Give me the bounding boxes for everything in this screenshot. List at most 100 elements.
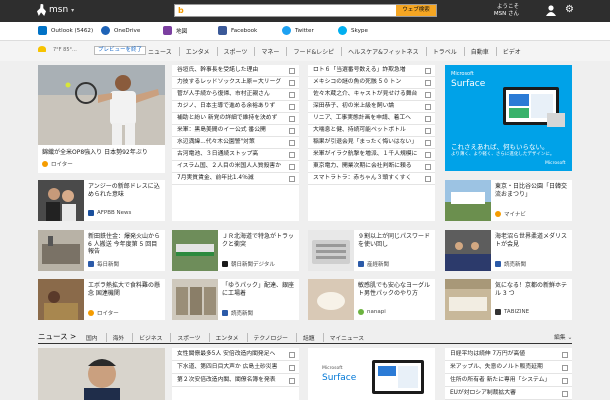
- headline-row[interactable]: 住所の所有者 新たに専用「システム」: [445, 375, 572, 387]
- msn-logo[interactable]: msn ▾: [37, 4, 74, 16]
- headline-row[interactable]: 東京電力、開業次期に会社判断に頼る: [308, 161, 435, 173]
- story-card[interactable]: エボラ熱拡大で食料難の懸念 国連機関 ロイター: [38, 279, 165, 320]
- headline-row[interactable]: 谷垣氏、幹事長を受諾した理由: [172, 65, 299, 77]
- headline-text: 補助と紛い 新党の詳細で維持を決めず: [177, 115, 278, 121]
- yomiuri-icon: [222, 310, 228, 316]
- headline-row[interactable]: 稲果が引退会見「まったく悔いはない」: [308, 137, 435, 149]
- nav-item[interactable]: スポーツ: [216, 47, 247, 56]
- headline-row[interactable]: 女性閣僚最多5人 安倍改造内閣発足へ: [172, 349, 299, 361]
- story-card[interactable]: ９割以上が同じパスワードを使い回し 産経新聞: [308, 230, 435, 271]
- ad-product: Surface: [322, 373, 357, 383]
- news-tab[interactable]: マイニュース: [322, 333, 364, 342]
- headline-row[interactable]: 第２次安倍改造内閣、閣僚名簿を発表: [172, 375, 299, 387]
- hero-story-card[interactable]: 錦織が全米OP8強入り 日本勢92年ぶり ロイター: [38, 65, 165, 173]
- exit-preview-button[interactable]: プレビューを終了: [94, 46, 147, 55]
- headline-row[interactable]: 古河電池、３日通続ストップ高: [172, 149, 299, 161]
- headline-row[interactable]: イスラム国、２人目の米国人人質殺害か: [172, 161, 299, 173]
- story-card[interactable]: ＪＲ北海道で特急がトラックと衝突 朝日新聞デジタル: [172, 230, 299, 271]
- source-label: 毎日新聞: [97, 262, 120, 268]
- headline-text: 水辺満緯...代々木公園警"対策: [177, 139, 255, 145]
- nav-item[interactable]: ニュース: [148, 47, 172, 56]
- headline-row[interactable]: 佐々木蔵之介、キャストが見せける舞台: [308, 89, 435, 101]
- user-greeting[interactable]: ようこそ MSN さん: [489, 4, 519, 18]
- source-label: 朝日新聞デジタル: [231, 262, 275, 268]
- nav-item[interactable]: マネー: [254, 47, 279, 56]
- news-tab[interactable]: 国内: [86, 333, 98, 342]
- weather-icon[interactable]: [38, 46, 46, 52]
- source-label: ロイター: [97, 311, 119, 317]
- nav-item[interactable]: フード&レシピ: [286, 47, 334, 56]
- nav-item[interactable]: トラベル: [425, 47, 457, 56]
- surface-ad[interactable]: Microsoft Surface これさえあれば、何もいらない。 より薄く、よ…: [445, 65, 572, 171]
- headline-row[interactable]: EUが対ロシア制裁拡大審: [445, 388, 572, 400]
- news-tab[interactable]: 海外: [105, 333, 124, 342]
- story-card[interactable]: 敏感肌でも安心なヨーグルト男性パックのやり方 nanapi: [308, 279, 435, 320]
- source-icon: [288, 351, 295, 358]
- story-card[interactable]: 新田鉄住金：爆発火山から 6 人搬送 今年度第 5 回目報告 毎日新聞: [38, 230, 165, 271]
- headline-row[interactable]: 深田恭子、初の米上級を飼い論: [308, 101, 435, 113]
- headline-row[interactable]: 水辺満緯...代々木公園警"対策: [172, 137, 299, 149]
- nav-item[interactable]: 自動車: [463, 47, 489, 56]
- applink-label: Outlook (5462): [51, 27, 94, 34]
- source-icon: [424, 151, 431, 158]
- tennis-player-image: [38, 65, 165, 145]
- web-search-button[interactable]: ウェブ検索: [396, 5, 436, 16]
- news-heading[interactable]: ニュース >: [38, 331, 76, 342]
- gear-icon[interactable]: ⚙: [565, 5, 575, 15]
- nav-item[interactable]: ヘルスケア&フィットネス: [341, 47, 419, 56]
- edit-button[interactable]: 編集 ⌄: [554, 332, 572, 341]
- asahi-icon: [222, 261, 228, 267]
- applink-outlook[interactable]: Outlook (5462): [38, 26, 93, 35]
- headline-row[interactable]: スマトラトラ：赤ちゃん３頭すくすく: [308, 173, 435, 185]
- headline-row[interactable]: メキシコの謎の魚の死骸 5 0 トン: [308, 77, 435, 89]
- story-title: 新田鉄住金：爆発火山から 6 人搬送 今年度第 5 回目報告: [88, 233, 161, 256]
- applink-onedrive[interactable]: OneDrive: [101, 26, 140, 35]
- headline-row[interactable]: 菅が人手続から復帰、市村正親さん: [172, 89, 299, 101]
- nav-item[interactable]: ビデオ: [495, 47, 521, 56]
- mynavi-icon: [495, 211, 501, 217]
- headline-row[interactable]: リニア、工事実態計画を申請、着工へ: [308, 113, 435, 125]
- applink-facebook[interactable]: Facebook: [218, 26, 257, 35]
- headline-row[interactable]: 補助と紛い 新党の詳細で維持を決めず: [172, 113, 299, 125]
- news-tab[interactable]: スポーツ: [170, 333, 201, 342]
- headline-row[interactable]: 米アップル、失意のノルト販売延期: [445, 362, 572, 374]
- headline-row[interactable]: ロト６「当選番号数える」詐欺急増: [308, 65, 435, 77]
- headline-text: 住所の所有者 新たに専用「システム」: [450, 377, 551, 383]
- news-lead-card[interactable]: [38, 348, 165, 400]
- headline-text: 力技するレッドソックス上原＝大リーグ: [177, 79, 282, 85]
- headline-row[interactable]: 大喘息と健、持続可能ペットボトル: [308, 125, 435, 137]
- edit-label: 編集: [554, 335, 566, 341]
- story-title: 気になる！京都の新鮮ホテル 3 つ: [495, 282, 568, 297]
- weather-temp[interactable]: 7°F 85°...: [53, 47, 77, 53]
- headline-row[interactable]: 下水道、第四日目大声か 広島土砂災害: [172, 362, 299, 374]
- headline-row[interactable]: 米軍：黒島美間のイー公式 番公開: [172, 125, 299, 137]
- source-icon: [424, 91, 431, 98]
- headline-row[interactable]: 7月実質賃金、前年比1.4％減: [172, 173, 299, 185]
- source-icon: [288, 127, 295, 134]
- headline-row[interactable]: カジノ、日本主導で進める余裕ありず: [172, 101, 299, 113]
- headline-row[interactable]: 力技するレッドソックス上原＝大リーグ: [172, 77, 299, 89]
- headline-row[interactable]: 米軍がイラク航撃を増派、１千人規模に: [308, 149, 435, 161]
- applink-maps[interactable]: 地図: [163, 26, 187, 35]
- news-tab[interactable]: エンタメ: [208, 333, 239, 342]
- story-source: 産経新聞: [358, 260, 389, 268]
- hero-title: 錦織が全米OP8強入り 日本勢92年ぶり: [42, 149, 148, 156]
- story-card[interactable]: 海老沼ら世界柔道メダリストが会見 読売新聞: [445, 230, 572, 271]
- news-tab[interactable]: テクノロジー: [246, 333, 288, 342]
- news-tab[interactable]: 話題: [295, 333, 315, 342]
- story-card[interactable]: 「ゆうパック」配達、銀座に工場着 読売新聞: [172, 279, 299, 320]
- surface-ad-small[interactable]: Microsoft Surface: [308, 348, 435, 400]
- chevron-down-icon[interactable]: ▾: [71, 7, 74, 14]
- user-icon[interactable]: [546, 5, 556, 16]
- applink-skype[interactable]: Skype: [338, 26, 368, 35]
- story-title: アンジーの新郎ドレスに込められた意味: [88, 183, 160, 198]
- applink-twitter[interactable]: Twitter: [282, 26, 314, 35]
- headline-row[interactable]: 日経平均は続伸 7万円が高値: [445, 349, 572, 361]
- story-card[interactable]: 気になる！京都の新鮮ホテル 3 つ TABIZINE: [445, 279, 572, 320]
- story-card[interactable]: アンジーの新郎ドレスに込められた意味 AFPBB News: [38, 180, 165, 221]
- story-title: ＪＲ北海道で特急がトラックと衝突: [222, 233, 295, 248]
- story-card[interactable]: 東京・日比谷公園「日韓交流おまつり」 マイナビ: [445, 180, 572, 221]
- news-tab[interactable]: ビジネス: [132, 333, 162, 342]
- surface-tablet-image: [503, 87, 565, 127]
- nav-item[interactable]: エンタメ: [178, 47, 210, 56]
